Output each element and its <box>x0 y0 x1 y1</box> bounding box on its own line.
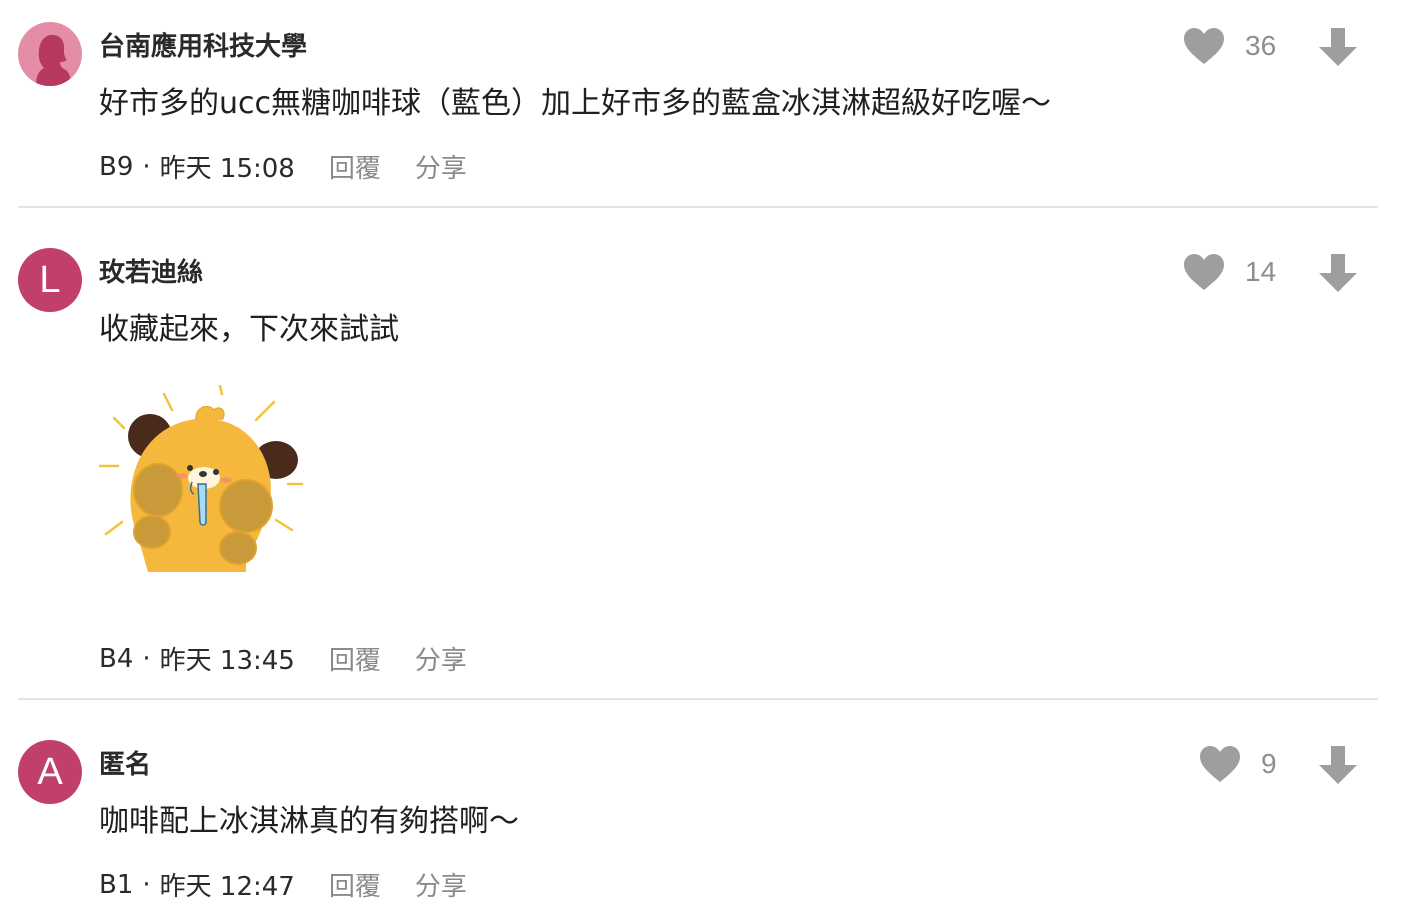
like-count: 9 <box>1261 748 1277 779</box>
dislike-button[interactable] <box>1318 253 1358 297</box>
arrow-down-icon <box>1319 746 1357 784</box>
author-name[interactable]: 匿名 <box>99 744 151 781</box>
reply-button[interactable]: 回覆 <box>329 640 381 677</box>
like-count: 14 <box>1245 256 1277 287</box>
female-silhouette-icon <box>36 34 71 86</box>
floor-number: B1 <box>99 869 134 900</box>
timestamp: 昨天 13:45 <box>159 646 295 676</box>
share-button[interactable]: 分享 <box>415 148 467 185</box>
like-count: 36 <box>1245 30 1277 61</box>
share-button[interactable]: 分享 <box>415 640 467 677</box>
reply-button[interactable]: 回覆 <box>329 148 381 185</box>
floor-number: B4 <box>99 643 134 674</box>
arrow-down-icon <box>1319 28 1357 66</box>
avatar[interactable]: L <box>18 248 82 312</box>
avatar[interactable] <box>18 22 82 86</box>
avatar-letter: L <box>39 258 61 301</box>
divider <box>18 206 1378 208</box>
separator-dot: · <box>142 869 151 900</box>
separator-dot: · <box>142 151 151 182</box>
author-name[interactable]: 台南應用科技大學 <box>99 26 307 63</box>
dislike-button[interactable] <box>1318 27 1358 71</box>
comment-text: 收藏起來，下次來試試 <box>99 312 399 347</box>
comment-meta: B9 · 昨天 15:08 回覆 分享 <box>99 148 467 185</box>
dislike-button[interactable] <box>1318 745 1358 789</box>
reply-button[interactable]: 回覆 <box>329 866 381 903</box>
comment-meta: B1 · 昨天 12:47 回覆 分享 <box>99 866 467 903</box>
heart-icon <box>1184 254 1224 290</box>
avatar-letter: A <box>37 750 63 793</box>
comment-text: 咖啡配上冰淇淋真的有夠搭啊～ <box>99 804 519 839</box>
heart-icon <box>1200 746 1240 782</box>
separator-dot: · <box>142 643 151 674</box>
like-button[interactable]: 36 <box>1183 27 1276 65</box>
share-button[interactable]: 分享 <box>415 866 467 903</box>
timestamp: 昨天 15:08 <box>159 154 295 184</box>
author-name[interactable]: 玫若迪絲 <box>99 252 203 289</box>
heart-icon <box>1184 28 1224 64</box>
comment-meta: B4 · 昨天 13:45 回覆 分享 <box>99 640 467 677</box>
comment-text: 好市多的ucc無糖咖啡球（藍色）加上好市多的藍盒冰淇淋超級好吃喔～ <box>99 86 1052 121</box>
crying-bear-sticker <box>98 384 304 572</box>
arrow-down-icon <box>1319 254 1357 292</box>
like-button[interactable]: 14 <box>1183 253 1276 291</box>
floor-number: B9 <box>99 151 134 182</box>
like-button[interactable]: 9 <box>1199 745 1277 783</box>
avatar[interactable]: A <box>18 740 82 804</box>
timestamp: 昨天 12:47 <box>159 872 295 902</box>
divider <box>18 698 1378 700</box>
